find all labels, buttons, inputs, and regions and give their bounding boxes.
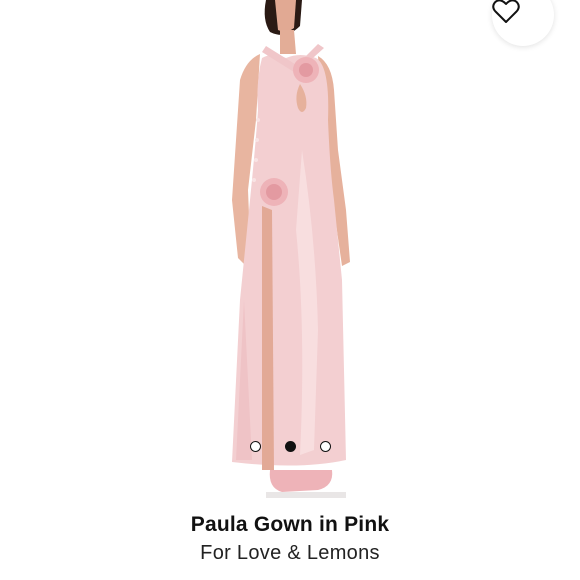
product-brand[interactable]: For Love & Lemons [0, 542, 580, 565]
carousel-dot-3[interactable] [319, 440, 331, 452]
product-card[interactable]: Paula Gown in Pink For Love & Lemons [0, 0, 580, 580]
carousel-dot-2-active[interactable] [284, 440, 296, 452]
heart-icon [492, 0, 520, 23]
image-carousel-dots [0, 438, 580, 454]
model-in-gown-illustration [232, 0, 350, 498]
carousel-dot-1[interactable] [249, 440, 261, 452]
product-image[interactable] [0, 0, 580, 505]
product-title[interactable]: Paula Gown in Pink [0, 513, 580, 537]
